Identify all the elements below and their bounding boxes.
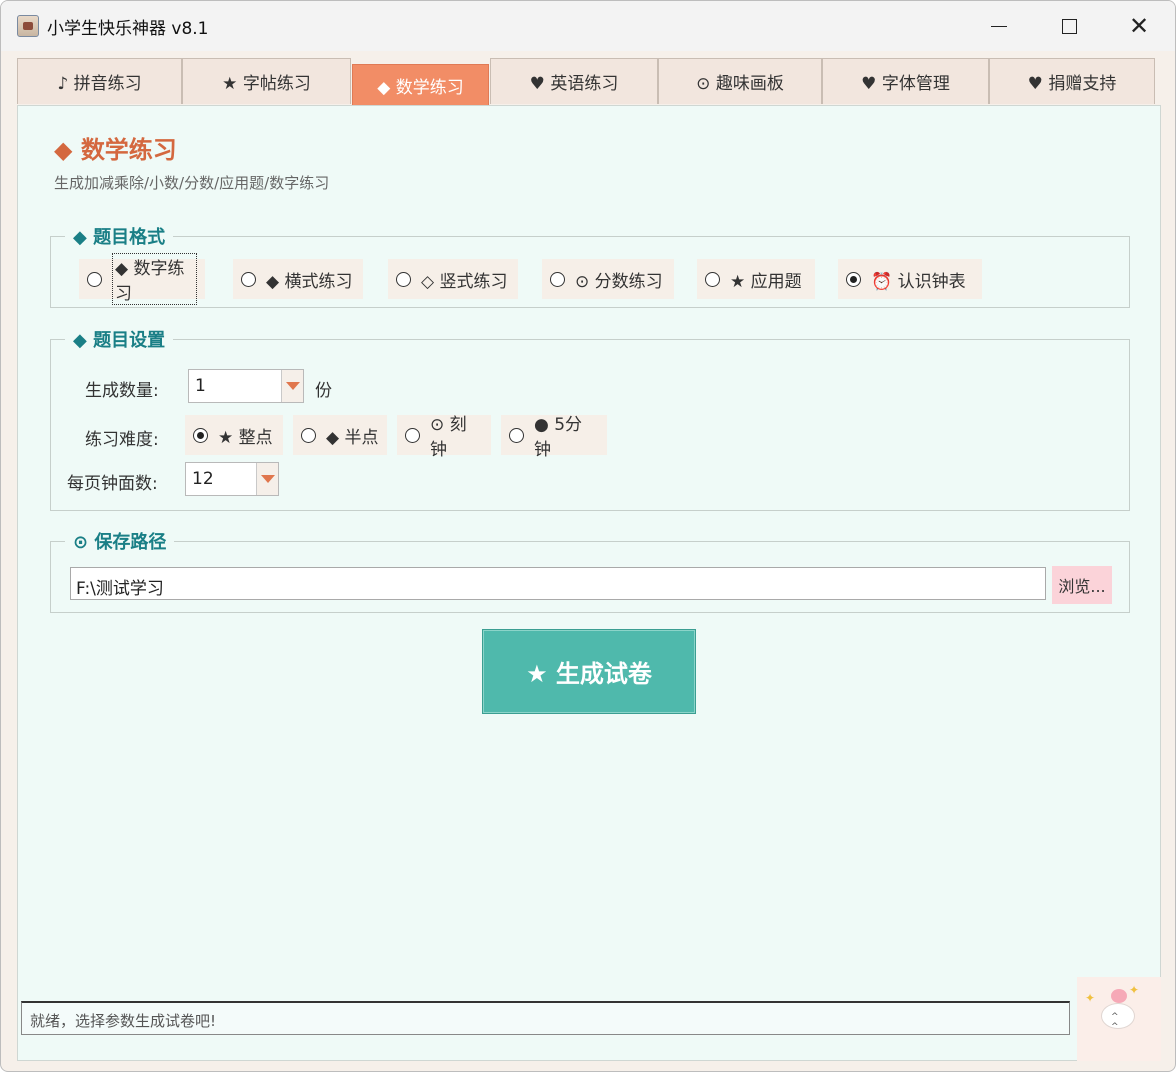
radio-icon: [705, 271, 720, 287]
mascot-image: ✦ ✦ ^ ^: [1077, 977, 1161, 1061]
per-page-dropdown-button[interactable]: [256, 463, 278, 495]
chevron-down-icon: [285, 382, 300, 390]
format-option-vertical[interactable]: ◇ 竖式练习: [388, 259, 518, 299]
option-label: ◆ 数字练习: [112, 253, 197, 305]
count-label: 生成数量:: [85, 381, 159, 401]
tab-math[interactable]: ◆ 数学练习: [352, 64, 489, 106]
difficulty-option-quarter[interactable]: ⊙ 刻钟: [397, 415, 491, 460]
tab-drawing-board[interactable]: ⊙ 趣味画板: [658, 58, 822, 104]
cat-face-icon: ^ ^: [1101, 1003, 1135, 1032]
close-button[interactable]: ✕: [1104, 1, 1174, 51]
minimize-button[interactable]: [964, 1, 1034, 51]
bubble-icon: [1111, 989, 1127, 1003]
format-option-word-problem[interactable]: ★ 应用题: [697, 259, 815, 299]
settings-group: ◆ 题目设置 生成数量: 1 份 练习难度: ★ 整点 ◆ 半点 ⊙ 刻钟 ● …: [50, 326, 1130, 511]
window-title: 小学生快乐神器 v8.1: [47, 19, 209, 39]
radio-icon: [87, 271, 102, 287]
option-label: ★ 应用题: [730, 271, 802, 292]
maximize-icon: [1061, 18, 1077, 34]
status-bar: 就绪，选择参数生成试卷吧!: [21, 1001, 1070, 1035]
title-bar: 小学生快乐神器 v8.1 ✕: [1, 1, 1175, 51]
radio-icon: [550, 271, 565, 287]
tab-pinyin[interactable]: ♪ 拼音练习: [17, 58, 182, 104]
radio-icon: [241, 271, 256, 287]
option-label: ◆ 半点: [326, 427, 379, 448]
browse-button[interactable]: 浏览...: [1052, 566, 1112, 604]
option-label: ⊙ 刻钟: [430, 415, 467, 460]
settings-group-title: ◆ 题目设置: [65, 326, 174, 352]
page-subtitle: 生成加减乘除/小数/分数/应用题/数字练习: [54, 174, 330, 192]
count-dropdown-button[interactable]: [281, 370, 303, 402]
tab-english[interactable]: ♥ 英语练习: [490, 58, 658, 104]
difficulty-option-hour[interactable]: ★ 整点: [185, 415, 283, 455]
radio-icon: [193, 427, 208, 443]
option-label: ◆ 横式练习: [266, 271, 353, 292]
format-option-fraction[interactable]: ⊙ 分数练习: [542, 259, 674, 299]
option-label: ◇ 竖式练习: [421, 271, 508, 292]
save-path-input[interactable]: F:\测试学习: [70, 567, 1046, 600]
app-window: 小学生快乐神器 v8.1 ✕ ♪ 拼音练习 ★ 字帖练习 ◆ 数学练习 ♥ 英语…: [0, 0, 1176, 1072]
count-unit: 份: [315, 381, 332, 401]
radio-icon: [405, 427, 420, 443]
difficulty-option-five-min[interactable]: ● 5分钟: [501, 415, 607, 460]
generate-button[interactable]: ★ 生成试卷: [482, 629, 696, 714]
chevron-down-icon: [260, 475, 275, 483]
difficulty-option-half[interactable]: ◆ 半点: [293, 415, 387, 455]
count-value: 1: [195, 376, 206, 396]
option-label: ⏰ 认识钟表: [871, 271, 966, 292]
app-icon: [17, 15, 39, 37]
page-title: ◆ 数学练习: [54, 136, 177, 164]
per-page-value: 12: [192, 469, 214, 489]
tab-bar: ♪ 拼音练习 ★ 字帖练习 ◆ 数学练习 ♥ 英语练习 ⊙ 趣味画板 ♥ 字体管…: [17, 58, 1161, 106]
option-label: ⊙ 分数练习: [575, 271, 663, 292]
sparkle-icon: ✦: [1085, 991, 1096, 1005]
per-page-label: 每页钟面数:: [67, 474, 158, 494]
format-group-title: ◆ 题目格式: [65, 223, 174, 249]
radio-icon: [301, 427, 316, 443]
per-page-combo[interactable]: 12: [185, 462, 279, 496]
maximize-button[interactable]: [1034, 1, 1104, 51]
minimize-icon: [991, 25, 1007, 27]
format-option-horizontal[interactable]: ◆ 横式练习: [233, 259, 363, 299]
tab-copybook[interactable]: ★ 字帖练习: [182, 58, 351, 104]
radio-icon: [846, 271, 861, 287]
tab-font-manager[interactable]: ♥ 字体管理: [822, 58, 989, 104]
math-practice-panel: ◆ 数学练习 生成加减乘除/小数/分数/应用题/数字练习 ◆ 题目格式 ◆ 数字…: [17, 105, 1161, 1061]
close-icon: ✕: [1128, 12, 1150, 40]
option-label: ★ 整点: [218, 427, 273, 448]
count-combo[interactable]: 1: [188, 369, 304, 403]
save-path-group-title: ⊙ 保存路径: [65, 528, 175, 554]
option-label: ● 5分钟: [534, 415, 583, 460]
tab-donate[interactable]: ♥ 捐赠支持: [989, 58, 1155, 104]
format-option-clock[interactable]: ⏰ 认识钟表: [838, 259, 982, 299]
sparkle-icon: ✦: [1129, 983, 1140, 997]
difficulty-label: 练习难度:: [85, 430, 159, 450]
radio-icon: [396, 271, 411, 287]
format-group: ◆ 题目格式 ◆ 数字练习 ◆ 横式练习 ◇ 竖式练习 ⊙ 分数练习 ★ 应用题: [50, 223, 1130, 308]
radio-icon: [509, 427, 524, 443]
format-option-number[interactable]: ◆ 数字练习: [79, 253, 205, 305]
